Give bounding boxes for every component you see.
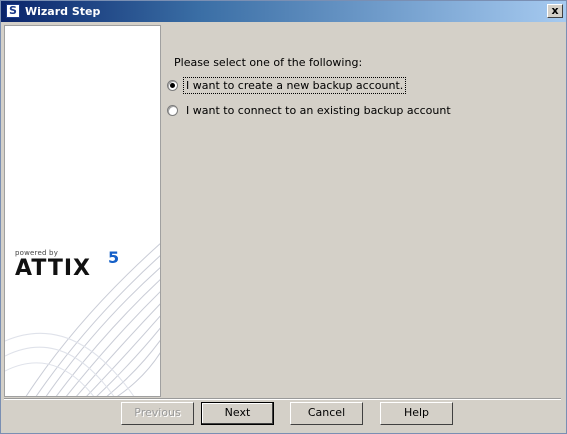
title-bar[interactable]: S Wizard Step x bbox=[1, 1, 566, 22]
decorative-swoosh-graphic bbox=[5, 243, 160, 396]
option-label: I want to connect to an existing backup … bbox=[186, 104, 451, 117]
side-panel: powered by ATTIX 5 bbox=[4, 25, 161, 397]
help-button[interactable]: Help bbox=[380, 402, 453, 425]
close-button[interactable]: x bbox=[547, 4, 563, 18]
attix-logo-superscript: 5 bbox=[108, 248, 120, 267]
radio-selected-icon[interactable] bbox=[167, 80, 178, 91]
app-icon: S bbox=[6, 4, 20, 18]
close-icon: x bbox=[551, 4, 559, 17]
button-separator bbox=[4, 398, 561, 400]
window-title: Wizard Step bbox=[25, 5, 101, 18]
option-create-new-account[interactable]: I want to create a new backup account. bbox=[167, 77, 407, 94]
radio-unselected-icon[interactable] bbox=[167, 105, 178, 116]
option-label: I want to create a new backup account. bbox=[182, 77, 407, 94]
option-connect-existing-account[interactable]: I want to connect to an existing backup … bbox=[167, 103, 453, 118]
previous-button[interactable]: Previous bbox=[121, 402, 194, 425]
next-button[interactable]: Next bbox=[201, 402, 274, 425]
selection-prompt: Please select one of the following: bbox=[174, 56, 363, 69]
attix-logo: ATTIX bbox=[15, 256, 91, 281]
cancel-button[interactable]: Cancel bbox=[290, 402, 363, 425]
